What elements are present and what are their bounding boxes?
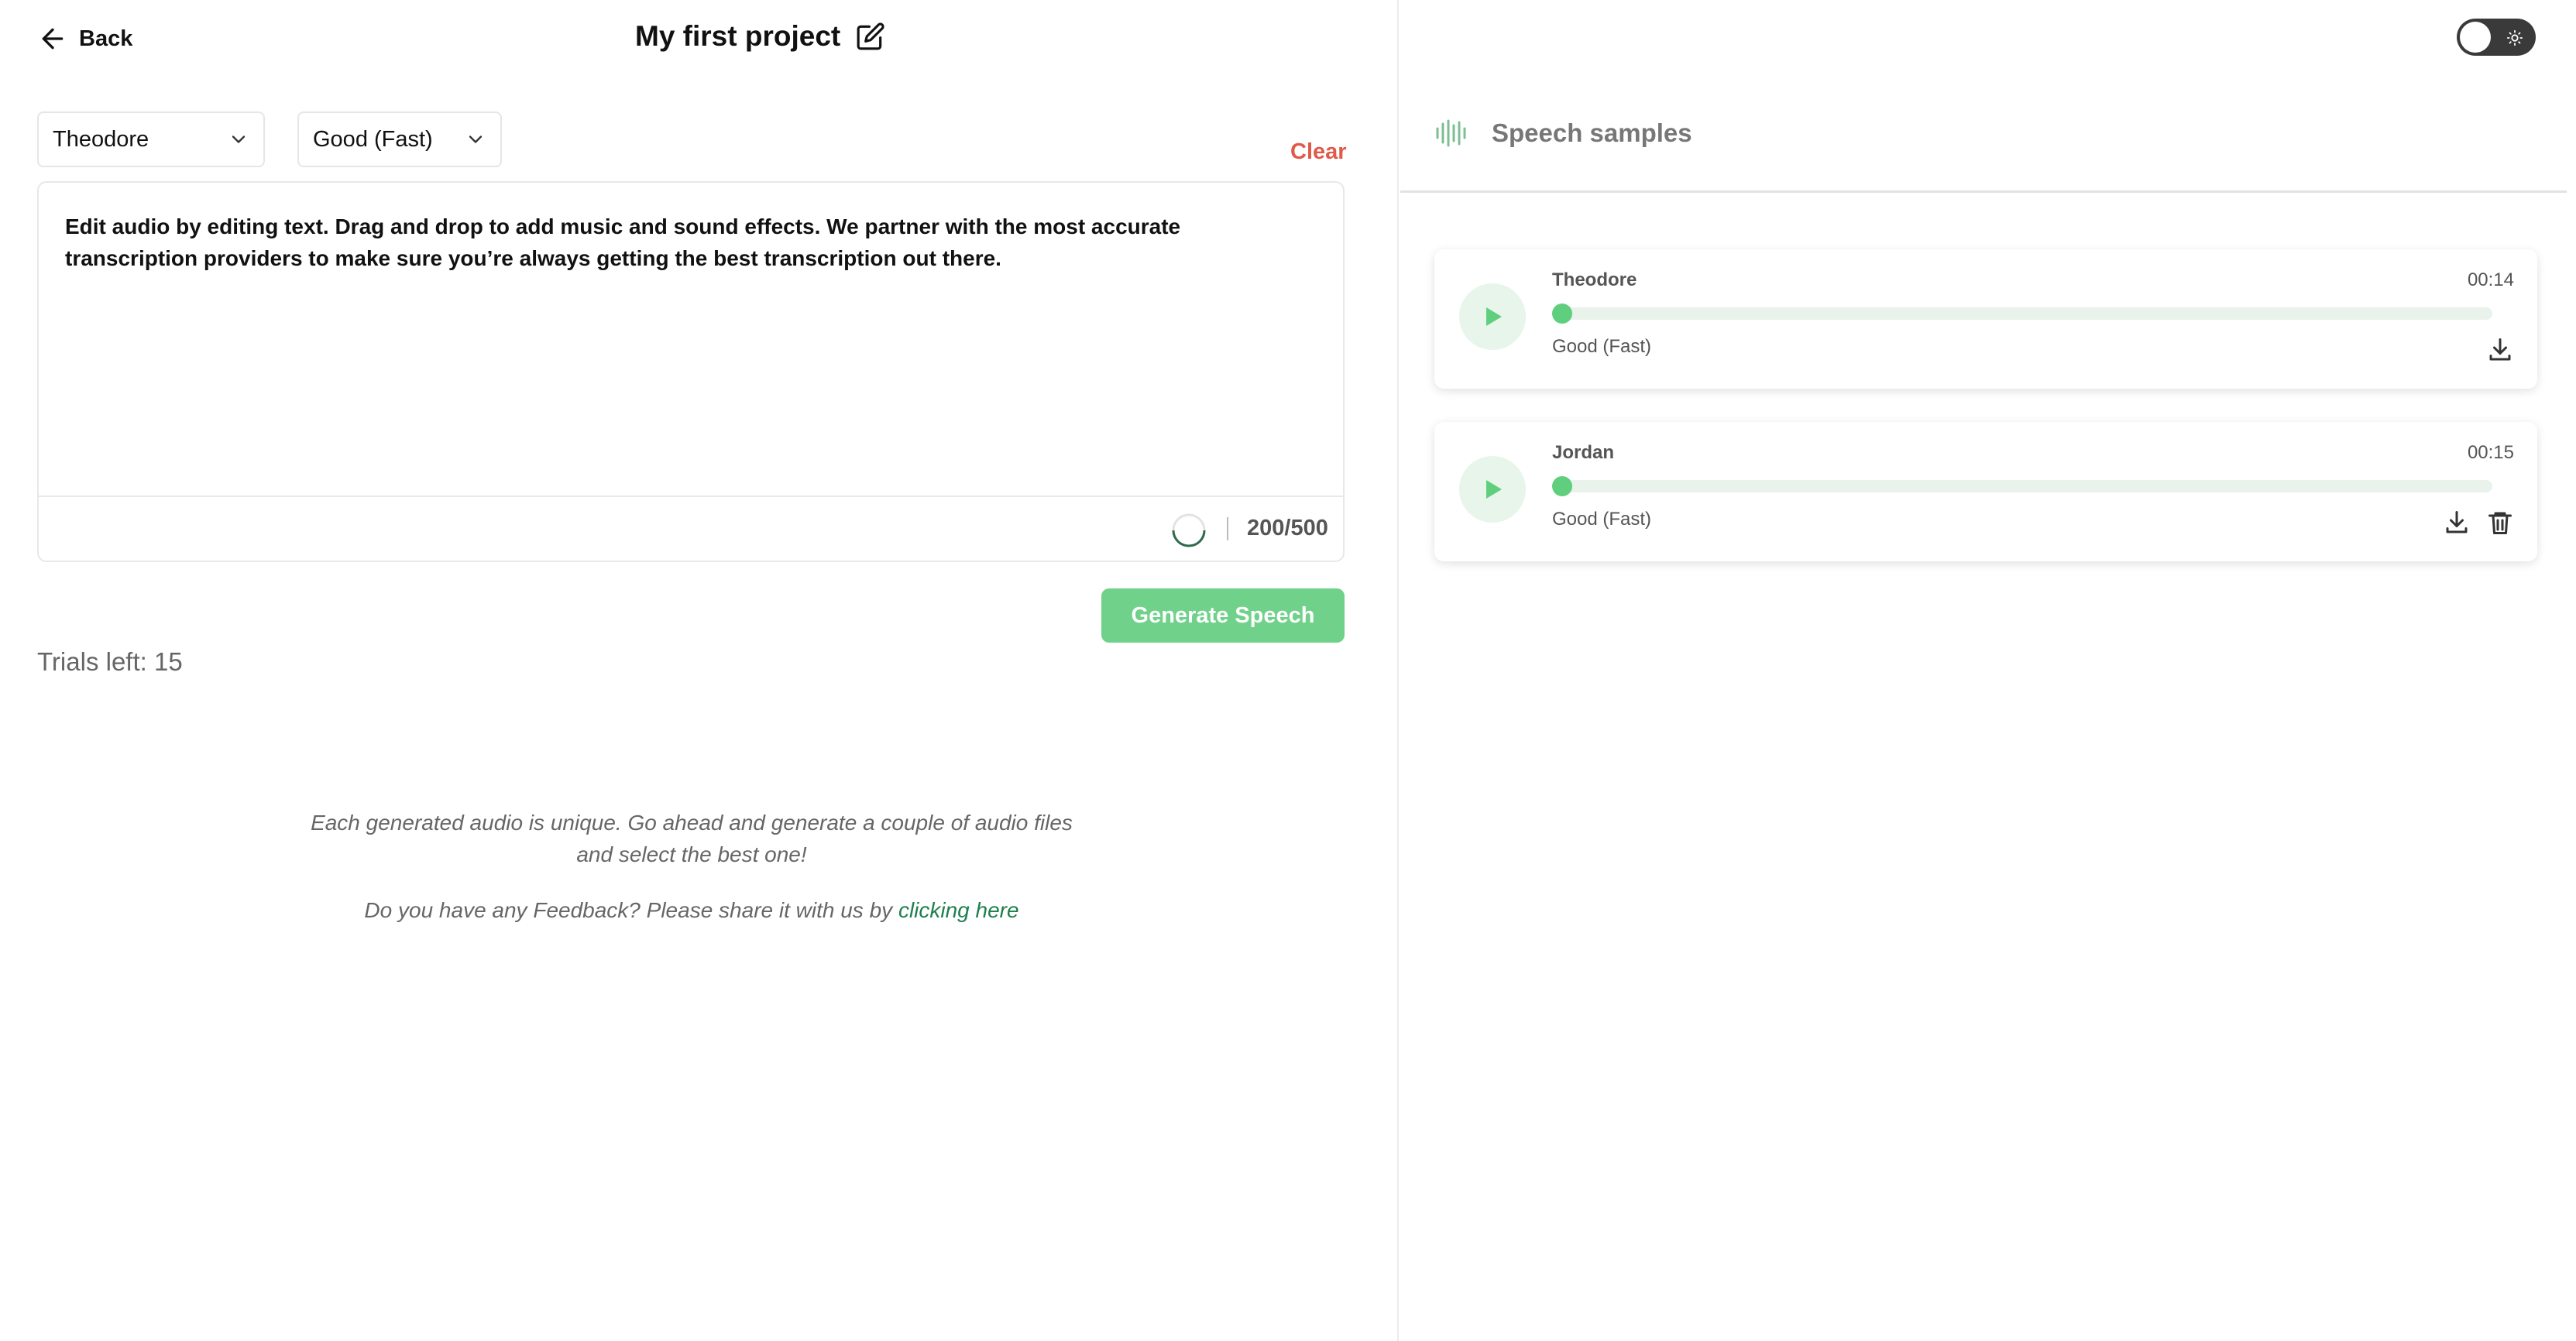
- download-icon[interactable]: [2443, 509, 2471, 537]
- clear-button[interactable]: Clear: [1290, 139, 1347, 165]
- samples-title: Speech samples: [1492, 118, 1692, 147]
- speech-text-input[interactable]: Edit audio by editing text. Drag and dro…: [37, 181, 1345, 497]
- sample-card: Jordan 00:15 Good (Fast): [1434, 422, 2537, 561]
- sample-name: Theodore: [1552, 269, 1637, 290]
- voice-select[interactable]: Theodore: [37, 111, 265, 167]
- unique-note-line2: and select the best one!: [576, 842, 807, 866]
- unique-note-line1: Each generated audio is unique. Go ahead…: [311, 811, 1073, 835]
- quality-select-value: Good (Fast): [313, 126, 433, 152]
- progress-track[interactable]: [1552, 480, 2492, 492]
- trials-left: Trials left: 15: [37, 647, 183, 676]
- progress-ring-icon: [1172, 513, 1206, 547]
- theme-toggle[interactable]: [2457, 19, 2536, 56]
- progress-handle[interactable]: [1552, 304, 1572, 324]
- sample-quality: Good (Fast): [1552, 336, 1652, 357]
- sample-quality: Good (Fast): [1552, 509, 1652, 530]
- download-icon[interactable]: [2486, 336, 2514, 364]
- feedback-text: Do you have any Feedback? Please share i…: [364, 898, 893, 922]
- edit-icon[interactable]: [856, 22, 885, 51]
- generate-speech-button[interactable]: Generate Speech: [1101, 588, 1345, 643]
- toggle-knob: [2460, 22, 2491, 53]
- progress-track[interactable]: [1552, 307, 2492, 320]
- divider: [1227, 517, 1228, 540]
- counter-bar: [37, 497, 1345, 562]
- back-label: Back: [79, 26, 133, 51]
- unique-note: Each generated audio is unique. Go ahead…: [232, 807, 1151, 870]
- char-count: 200/500: [1247, 516, 1328, 540]
- play-icon: [1486, 480, 1502, 499]
- quality-select[interactable]: Good (Fast): [297, 111, 502, 167]
- project-title-group: My first project: [635, 20, 885, 53]
- page-title: My first project: [635, 20, 841, 52]
- play-button[interactable]: [1459, 283, 1526, 350]
- sample-card: Theodore 00:14 Good (Fast): [1434, 249, 2537, 389]
- sample-duration: 00:15: [2467, 442, 2514, 463]
- editor-panel: Back My first project Theodore Good (Fas…: [0, 0, 1399, 1341]
- sun-icon: [2506, 29, 2523, 46]
- voice-select-value: Theodore: [53, 126, 149, 152]
- back-button[interactable]: Back: [37, 23, 132, 54]
- samples-header: Speech samples: [1434, 116, 1692, 150]
- chevron-down-icon: [469, 135, 483, 143]
- feedback-note: Do you have any Feedback? Please share i…: [232, 894, 1151, 926]
- chevron-down-icon: [232, 135, 246, 143]
- feedback-link[interactable]: clicking here: [898, 898, 1019, 922]
- arrow-left-icon: [42, 28, 64, 50]
- play-icon: [1486, 307, 1502, 326]
- progress-handle[interactable]: [1552, 476, 1572, 496]
- sample-name: Jordan: [1552, 442, 1615, 463]
- play-button[interactable]: [1459, 456, 1526, 523]
- divider: [1400, 190, 2567, 193]
- trash-icon[interactable]: [2486, 509, 2514, 537]
- waveform-icon: [1436, 119, 1466, 147]
- samples-panel: Speech samples Theodore 00:14 Good (Fast…: [1400, 0, 2576, 1341]
- sample-duration: 00:14: [2467, 269, 2514, 290]
